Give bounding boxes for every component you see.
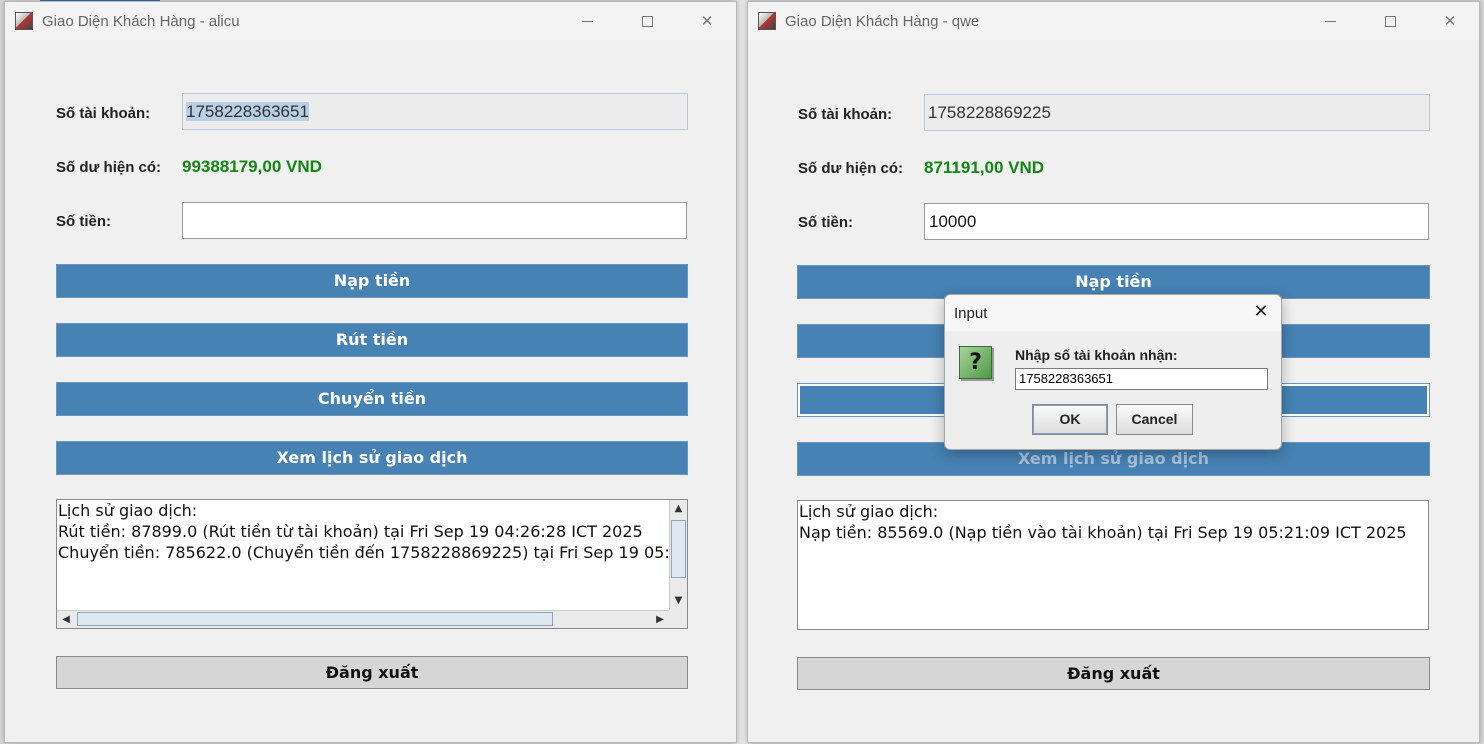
input-dialog: Input ✕ ? Nhập số tài khoản nhận: 175822… — [944, 294, 1282, 450]
history-viewport: Lịch sử giao dịch: Rút tiền: 87899.0 (Rú… — [57, 500, 669, 610]
transfer-button[interactable]: Chuyển tiền — [56, 382, 688, 416]
dialog-close-icon[interactable]: ✕ — [1251, 301, 1271, 323]
amount-label: Số tiền: — [56, 213, 111, 230]
scroll-left-icon[interactable]: ◀ — [57, 611, 75, 628]
logout-button[interactable]: Đăng xuất — [797, 657, 1430, 690]
history-line: Lịch sử giao dịch: — [799, 502, 939, 521]
account-number-field[interactable]: 1758228363651 — [182, 93, 688, 130]
close-button[interactable]: ✕ — [1427, 2, 1473, 40]
horizontal-scroll-thumb[interactable] — [77, 612, 553, 626]
minimize-icon — [1324, 20, 1336, 22]
background-app-strip — [737, 0, 747, 744]
maximize-button[interactable] — [624, 2, 670, 40]
amount-label: Số tiền: — [798, 214, 853, 231]
history-line: Rút tiền: 87899.0 (Rút tiền từ tài khoản… — [58, 522, 643, 541]
amount-input[interactable]: 10000 — [924, 203, 1429, 240]
minimize-icon — [581, 20, 593, 22]
cancel-button[interactable]: Cancel — [1116, 404, 1193, 435]
balance-value: 871191,00 VND — [924, 158, 1045, 177]
java-app-icon — [758, 12, 776, 30]
ok-button[interactable]: OK — [1032, 404, 1108, 435]
maximize-icon — [641, 15, 653, 27]
scroll-down-icon[interactable]: ▼ — [670, 592, 687, 610]
window-title: Giao Diện Khách Hàng - qwe — [785, 13, 980, 30]
customer-window-alicu: Giao Diện Khách Hàng - alicu ✕ Số tài kh… — [4, 1, 737, 743]
minimize-button[interactable] — [1307, 2, 1353, 40]
dialog-title-bar: Input ✕ — [945, 295, 1281, 331]
account-label: Số tài khoản: — [798, 106, 893, 123]
vertical-scrollbar[interactable]: ▲ ▼ — [669, 500, 687, 610]
close-icon: ✕ — [700, 12, 714, 30]
balance-value: 99388179,00 VND — [182, 157, 322, 176]
scroll-corner — [669, 610, 687, 628]
logout-button[interactable]: Đăng xuất — [56, 656, 688, 689]
balance-label: Số dư hiện có: — [56, 159, 162, 176]
history-line: Nạp tiền: 85569.0 (Nạp tiền vào tài khoả… — [799, 523, 1407, 542]
withdraw-button[interactable]: Rút tiền — [56, 323, 688, 357]
scroll-up-icon[interactable]: ▲ — [670, 500, 687, 518]
history-line: Lịch sử giao dịch: — [58, 501, 198, 520]
dialog-prompt: Nhập số tài khoản nhận: — [1015, 347, 1178, 363]
account-number-value: 1758228363651 — [186, 102, 309, 121]
account-number-field[interactable]: 1758228869225 — [924, 94, 1430, 131]
balance-label: Số dư hiện có: — [798, 160, 904, 177]
view-history-button[interactable]: Xem lịch sử giao dịch — [56, 441, 688, 475]
window-title: Giao Diện Khách Hàng - alicu — [42, 13, 240, 30]
account-label: Số tài khoản: — [56, 105, 151, 122]
minimize-button[interactable] — [564, 2, 610, 40]
history-textarea[interactable]: Lịch sử giao dịch: Nạp tiền: 85569.0 (Nạ… — [797, 500, 1429, 630]
horizontal-scrollbar[interactable]: ◀ ▶ — [57, 610, 669, 628]
dialog-title: Input — [954, 305, 988, 322]
question-icon: ? — [959, 346, 992, 379]
recipient-account-input[interactable]: 1758228363651 — [1015, 368, 1268, 390]
java-app-icon — [15, 12, 33, 30]
close-button[interactable]: ✕ — [684, 2, 730, 40]
maximize-icon — [1384, 15, 1396, 27]
deposit-button[interactable]: Nạp tiền — [56, 264, 688, 298]
history-line: Chuyển tiền: 785622.0 (Chuyển tiền đến 1… — [58, 543, 669, 562]
vertical-scroll-thumb[interactable] — [671, 520, 686, 578]
history-textarea[interactable]: Lịch sử giao dịch: Rút tiền: 87899.0 (Rú… — [56, 499, 688, 629]
title-bar: Giao Diện Khách Hàng - qwe ✕ — [748, 2, 1479, 40]
close-icon: ✕ — [1443, 12, 1457, 30]
scroll-right-icon[interactable]: ▶ — [651, 611, 669, 628]
title-bar: Giao Diện Khách Hàng - alicu ✕ — [5, 2, 736, 40]
amount-input[interactable] — [182, 202, 687, 239]
maximize-button[interactable] — [1367, 2, 1413, 40]
